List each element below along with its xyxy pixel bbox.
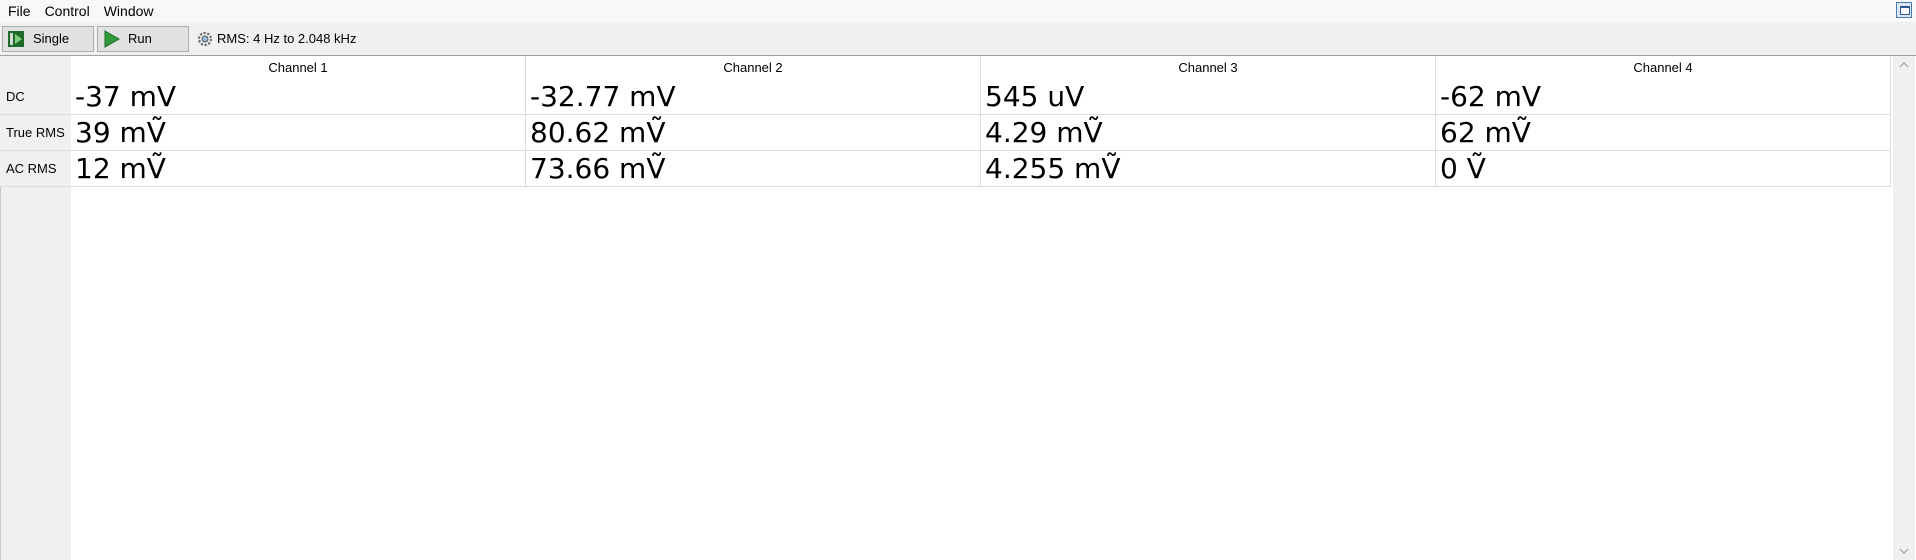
scroll-up-icon[interactable]	[1893, 56, 1915, 74]
menu-bar: File Control Window	[0, 0, 1916, 22]
cell-ac-rms-ch1[interactable]: 12 mṼ	[71, 150, 526, 187]
run-label: Run	[128, 31, 152, 46]
cell-true-rms-ch3[interactable]: 4.29 mṼ	[980, 114, 1436, 151]
menu-window[interactable]: Window	[96, 0, 160, 22]
cell-true-rms-ch1[interactable]: 39 mṼ	[71, 114, 526, 151]
cell-true-rms-ch2[interactable]: 80.62 mṼ	[525, 114, 981, 151]
vertical-scrollbar[interactable]	[1893, 56, 1915, 560]
menu-control[interactable]: Control	[37, 0, 96, 22]
column-header-channel-4[interactable]: Channel 4	[1435, 56, 1891, 79]
cell-dc-ch2[interactable]: -32.77 mV	[525, 79, 981, 115]
row-header-ac-rms[interactable]: AC RMS	[0, 150, 71, 187]
cell-dc-ch3[interactable]: 545 uV	[980, 79, 1436, 115]
row-header-true-rms[interactable]: True RMS	[0, 114, 71, 151]
cell-true-rms-ch4[interactable]: 62 mṼ	[1435, 114, 1891, 151]
column-header-channel-1[interactable]: Channel 1	[71, 56, 526, 79]
table-row-true-rms: True RMS 39 mṼ 80.62 mṼ 4.29 mṼ 62 mV…	[0, 114, 1891, 151]
restore-icon[interactable]	[1896, 2, 1912, 18]
cell-ac-rms-ch4[interactable]: 0 Ṽ	[1435, 150, 1891, 187]
run-icon	[102, 29, 120, 48]
cell-ac-rms-ch2[interactable]: 73.66 mṼ	[525, 150, 981, 187]
corner-cell	[0, 56, 71, 79]
gear-icon[interactable]	[197, 31, 213, 47]
toolbar: Single Run RMS: 4 Hz to 2.048 kHz	[0, 22, 1916, 55]
single-button[interactable]: Single	[2, 25, 94, 52]
table-row-dc: DC -37 mV -32.77 mV 545 uV -62 mV	[0, 79, 1891, 115]
row-header-dc[interactable]: DC	[0, 79, 71, 115]
single-icon	[7, 30, 25, 48]
menu-file[interactable]: File	[0, 0, 37, 22]
single-label: Single	[33, 31, 70, 46]
run-button[interactable]: Run	[97, 25, 189, 52]
cell-dc-ch1[interactable]: -37 mV	[71, 79, 526, 115]
cell-ac-rms-ch3[interactable]: 4.255 mṼ	[980, 150, 1436, 187]
measurement-table: Channel 1 Channel 2 Channel 3 Channel 4 …	[0, 56, 1891, 187]
scroll-down-icon[interactable]	[1893, 542, 1915, 560]
table-row-ac-rms: AC RMS 12 mṼ 73.66 mṼ 4.255 mṼ 0 Ṽ	[0, 150, 1891, 187]
column-header-channel-3[interactable]: Channel 3	[980, 56, 1436, 79]
measurement-panel: Channel 1 Channel 2 Channel 3 Channel 4 …	[0, 55, 1916, 560]
cell-dc-ch4[interactable]: -62 mV	[1435, 79, 1891, 115]
rms-range-label: RMS: 4 Hz to 2.048 kHz	[217, 31, 357, 46]
column-header-channel-2[interactable]: Channel 2	[525, 56, 981, 79]
